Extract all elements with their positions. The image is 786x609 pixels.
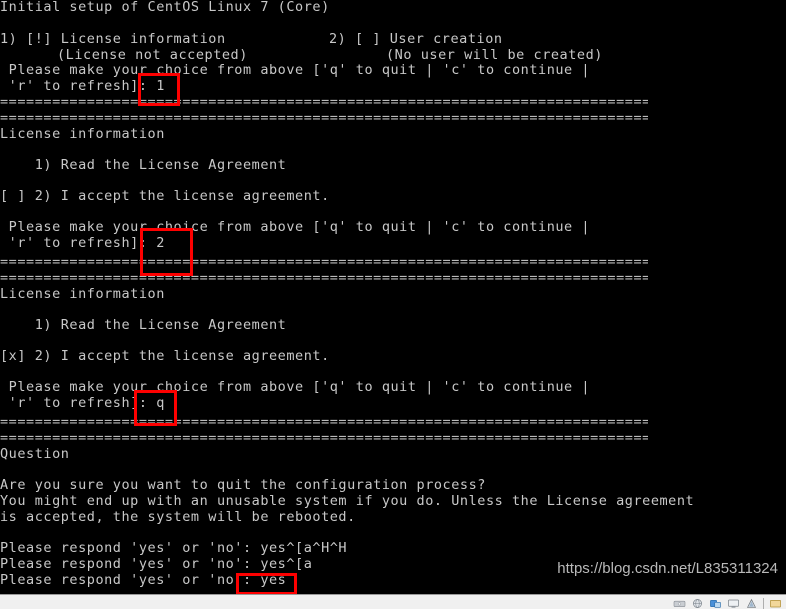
network-icon[interactable] xyxy=(691,598,704,609)
menu-item-license-information[interactable]: 1) [!] License information xyxy=(0,31,226,47)
screen3-header: License information xyxy=(0,286,165,302)
question-body-line-1: Are you sure you want to quit the config… xyxy=(0,477,486,493)
screen3-separator-2: ========================================… xyxy=(0,430,648,446)
vm-status-bar xyxy=(0,594,786,609)
respond-prompt-line-2[interactable]: Please respond 'yes' or 'no': yes^[a xyxy=(0,556,312,572)
csdn-blog-watermark: https://blog.csdn.net/L835311324 xyxy=(557,560,778,577)
question-body-line-2: You might end up with an unusable system… xyxy=(0,493,695,509)
status-bar-icon-group xyxy=(673,598,782,609)
vm-console-screenshot: Initial setup of CentOS Linux 7 (Core) 1… xyxy=(0,0,786,609)
menu-item-license-status: (License not accepted) xyxy=(57,47,248,63)
respond-prompt-line-1[interactable]: Please respond 'yes' or 'no': yes^[a^H^H xyxy=(0,540,347,556)
screen1-separator-1: ========================================… xyxy=(0,94,648,110)
screen3-prompt-line-2[interactable]: 'r' to refresh]: q xyxy=(0,395,165,411)
screen1-separator-2: ========================================… xyxy=(0,110,648,126)
respond-prompt-line-3[interactable]: Please respond 'yes' or 'no': yes xyxy=(0,572,286,588)
question-body-line-3: is accepted, the system will be rebooted… xyxy=(0,509,356,525)
screen2-read-license-option[interactable]: 1) Read the License Agreement xyxy=(0,157,286,173)
screen1-prompt-line-2[interactable]: 'r' to refresh]: 1 xyxy=(0,78,165,94)
folder-icon[interactable] xyxy=(769,598,782,609)
screen2-prompt-line-2[interactable]: 'r' to refresh]: 2 xyxy=(0,235,165,251)
screen3-read-license-option[interactable]: 1) Read the License Agreement xyxy=(0,317,286,333)
usb-icon[interactable] xyxy=(709,598,722,609)
menu-item-user-status: (No user will be created) xyxy=(386,47,603,63)
screen2-header: License information xyxy=(0,126,165,142)
question-header: Question xyxy=(0,446,70,462)
disc-icon[interactable] xyxy=(673,598,686,609)
screen3-prompt-line-1: Please make your choice from above ['q' … xyxy=(0,379,591,395)
screen2-separator-1: ========================================… xyxy=(0,254,648,270)
screen2-prompt-line-1: Please make your choice from above ['q' … xyxy=(0,219,591,235)
screen2-separator-2: ========================================… xyxy=(0,270,648,286)
screen3-accept-license-option[interactable]: [x] 2) I accept the license agreement. xyxy=(0,348,330,364)
screen1-prompt-line-1: Please make your choice from above ['q' … xyxy=(0,62,591,78)
terminal-output[interactable]: Initial setup of CentOS Linux 7 (Core) 1… xyxy=(0,0,786,594)
screen3-separator-1: ========================================… xyxy=(0,414,648,430)
printer-icon[interactable] xyxy=(745,598,758,609)
status-bar-divider xyxy=(763,598,764,609)
setup-title-line: Initial setup of CentOS Linux 7 (Core) xyxy=(0,0,330,15)
screen2-accept-license-option[interactable]: [ ] 2) I accept the license agreement. xyxy=(0,188,330,204)
display-icon[interactable] xyxy=(727,598,740,609)
menu-item-user-creation[interactable]: 2) [ ] User creation xyxy=(329,31,503,47)
